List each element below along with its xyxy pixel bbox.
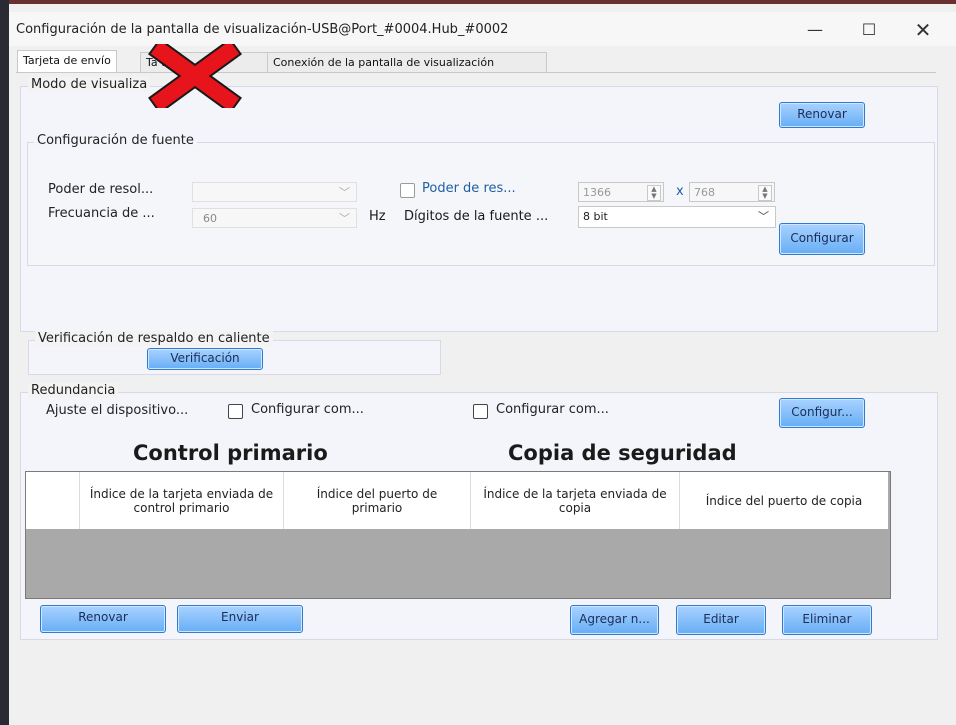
agregar-button[interactable]: Agregar n... xyxy=(570,605,659,635)
editar-button[interactable]: Editar xyxy=(676,605,766,635)
ajuste-dispositivo-label: Ajuste el dispositivo... xyxy=(46,403,189,418)
configurar-button[interactable]: Configurar xyxy=(779,223,865,255)
configur-button[interactable]: Configur... xyxy=(779,398,865,428)
times-label: x xyxy=(676,184,684,199)
width-value: 1366 xyxy=(583,186,611,199)
digitos-fuente-select[interactable]: 8 bit ﹀ xyxy=(578,206,776,228)
frecuencia-select[interactable]: 60 ﹀ xyxy=(192,208,357,228)
verificacion-legend: Verificación de respaldo en caliente xyxy=(35,331,273,346)
chevron-down-icon: ﹀ xyxy=(339,186,350,199)
spin-arrows-icon[interactable]: ▲ ▼ xyxy=(758,185,772,201)
column-header-puerto-primario[interactable]: Índice del puerto de primario xyxy=(284,472,471,529)
digitos-fuente-label: Dígitos de la fuente ... xyxy=(404,209,549,224)
spin-arrows-icon[interactable]: ▲ ▼ xyxy=(647,185,661,201)
height-value: 768 xyxy=(694,186,715,199)
tab-tarjeta-envio[interactable]: Tarjeta de envío xyxy=(17,50,117,72)
configuracion-fuente-legend: Configuración de fuente xyxy=(34,133,197,148)
configurar-com-primario-label: Configurar com... xyxy=(251,402,364,417)
frecuencia-value: 60 xyxy=(203,212,217,225)
column-header-puerto-copia[interactable]: Índice del puerto de copia xyxy=(680,472,888,529)
background-edge xyxy=(0,0,9,725)
minimize-button[interactable]: — xyxy=(792,16,838,44)
configurar-com-primario-checkbox[interactable] xyxy=(228,404,243,419)
frecuencia-label: Frecuancia de ... xyxy=(48,206,155,221)
verificacion-button[interactable]: Verificación xyxy=(147,348,263,370)
close-button[interactable]: ✕ xyxy=(900,16,946,44)
digitos-fuente-value: 8 bit xyxy=(583,210,608,223)
poder-resolucion-select[interactable]: ﹀ xyxy=(192,182,357,202)
poder-res-checkbox[interactable] xyxy=(400,183,415,198)
configurar-com-copia-label: Configurar com... xyxy=(496,402,609,417)
redundancia-legend: Redundancia xyxy=(28,383,119,398)
control-primario-heading: Control primario xyxy=(133,441,328,465)
copia-seguridad-heading: Copia de seguridad xyxy=(508,441,737,465)
eliminar-button[interactable]: Eliminar xyxy=(782,605,872,635)
width-spinbox[interactable]: 1366 ▲ ▼ xyxy=(578,182,664,202)
maximize-button[interactable]: ☐ xyxy=(846,16,892,44)
configurar-com-copia-checkbox[interactable] xyxy=(473,404,488,419)
renovar-button[interactable]: Renovar xyxy=(779,102,865,128)
modo-visualizacion-legend: Modo de visualiza xyxy=(28,77,151,92)
column-header-tarjeta-primario[interactable]: Índice de la tarjeta enviada de control … xyxy=(80,472,284,529)
height-spinbox[interactable]: 768 ▲ ▼ xyxy=(689,182,775,202)
poder-res-label: Poder de res... xyxy=(422,181,516,196)
enviar-button[interactable]: Enviar xyxy=(177,605,303,633)
hz-label: Hz xyxy=(369,209,386,224)
column-header-tarjeta-copia[interactable]: Índice de la tarjeta enviada de copia xyxy=(471,472,680,529)
renovar-table-button[interactable]: Renovar xyxy=(40,605,166,633)
chevron-down-icon: ﹀ xyxy=(339,212,350,225)
chevron-down-icon: ﹀ xyxy=(758,210,769,223)
red-x-icon xyxy=(148,44,242,108)
poder-resolucion-label: Poder de resol... xyxy=(48,182,154,197)
table-header-corner xyxy=(26,472,80,529)
window-title: Configuración de la pantalla de visualiz… xyxy=(16,22,509,37)
tab-conexion-pantalla[interactable]: Conexión de la pantalla de visualización xyxy=(267,52,547,72)
